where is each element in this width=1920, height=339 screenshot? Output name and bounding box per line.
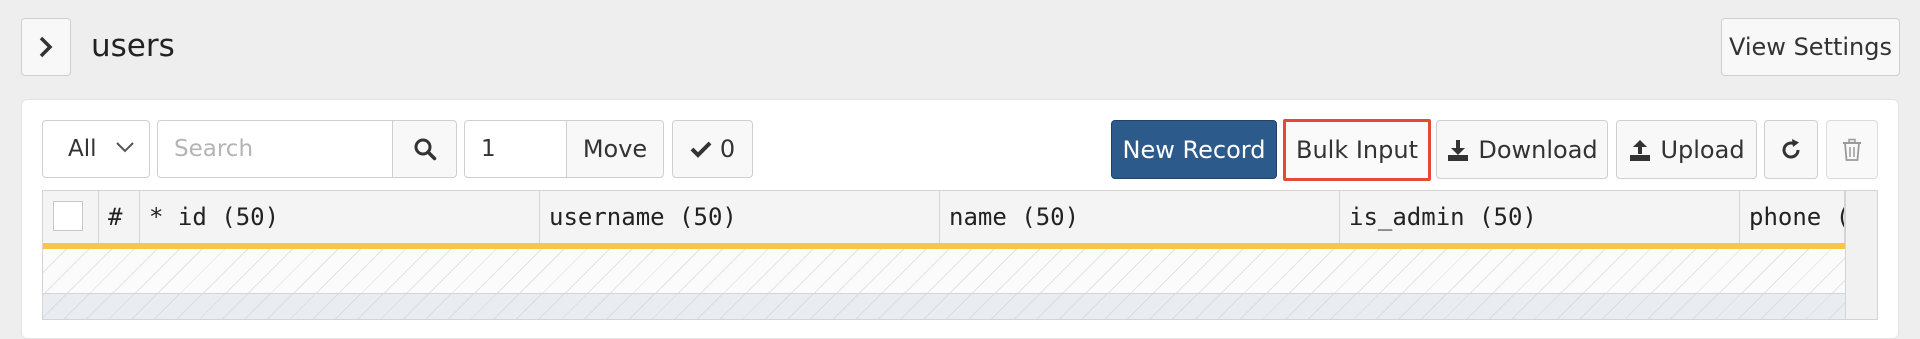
search-icon <box>414 138 436 161</box>
data-grid: # * id (50) username (50) name (50) is_a… <box>42 190 1878 320</box>
search-group <box>157 120 457 178</box>
chevron-down-icon <box>116 142 134 153</box>
move-button[interactable]: Move <box>566 120 664 178</box>
refresh-button[interactable] <box>1764 120 1818 179</box>
checked-count: 0 <box>719 135 736 163</box>
download-button[interactable]: Download <box>1436 120 1608 179</box>
select-all-checkbox[interactable] <box>53 201 83 231</box>
upload-icon <box>1630 139 1651 161</box>
download-icon <box>1448 139 1469 161</box>
page-number-input[interactable] <box>464 120 567 178</box>
checkmark-icon <box>690 141 712 158</box>
bulk-input-button[interactable]: Bulk Input <box>1283 119 1431 181</box>
trash-icon <box>1843 138 1861 161</box>
filter-select[interactable]: All <box>42 120 150 178</box>
search-button[interactable] <box>392 120 457 178</box>
view-settings-button[interactable]: View Settings <box>1721 18 1900 76</box>
sidebar-toggle-button[interactable] <box>21 18 71 76</box>
download-label: Download <box>1478 135 1598 164</box>
filter-select-value: All <box>68 136 97 162</box>
column-header-phone[interactable]: phone ( <box>1740 191 1845 243</box>
column-header-name[interactable]: name (50) <box>940 191 1340 243</box>
select-all-cell <box>43 191 99 243</box>
chevron-right-icon <box>39 36 53 58</box>
page-title: users <box>91 28 175 64</box>
checked-count-button[interactable]: 0 <box>672 120 753 178</box>
vertical-scrollbar[interactable] <box>1845 191 1877 319</box>
new-record-row[interactable] <box>43 243 1845 293</box>
new-record-button[interactable]: New Record <box>1111 120 1277 179</box>
column-header-username[interactable]: username (50) <box>540 191 940 243</box>
column-header-id[interactable]: * id (50) <box>140 191 540 243</box>
grid-header: # * id (50) username (50) name (50) is_a… <box>43 191 1877 244</box>
refresh-icon <box>1782 138 1800 159</box>
table-row[interactable] <box>43 293 1845 319</box>
upload-label: Upload <box>1660 135 1745 164</box>
delete-button[interactable] <box>1826 120 1878 179</box>
column-header-index[interactable]: # <box>99 191 140 243</box>
upload-button[interactable]: Upload <box>1616 120 1757 179</box>
search-input[interactable] <box>157 120 393 178</box>
column-header-is-admin[interactable]: is_admin (50) <box>1340 191 1740 243</box>
